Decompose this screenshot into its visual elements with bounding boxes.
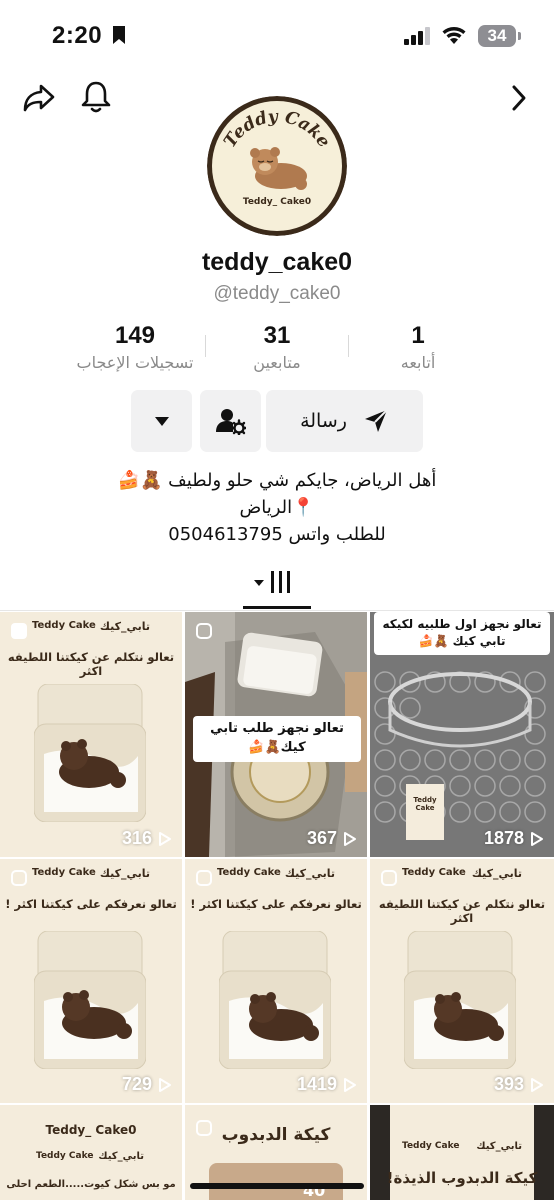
play-icon xyxy=(159,1077,171,1092)
user-gear-icon xyxy=(215,409,246,435)
play-icon xyxy=(159,831,171,846)
cake-sign: Teddy Cake xyxy=(413,796,437,812)
card-brand-ar: تابي_كيك xyxy=(284,867,335,880)
following-count: 1 xyxy=(411,322,425,349)
followers-count: 31 xyxy=(263,322,291,349)
card-brand: Teddy_ Cake0 xyxy=(45,1123,137,1137)
video-tile[interactable]: تعالو نجهز طلب تابي كيك🧸🍰 367 xyxy=(185,612,367,857)
video-tile[interactable]: Teddy Cake تابي_كيك تعالو نعرفكم على كيك… xyxy=(0,859,182,1103)
bio-location: 📍الرياض xyxy=(239,497,315,518)
bio-contact: للطلب واتس 0504613795 xyxy=(168,524,386,545)
card-brand: Teddy Cake xyxy=(402,1141,460,1151)
share-icon[interactable] xyxy=(22,82,56,114)
view-count: 367 xyxy=(307,828,357,849)
video-tile[interactable]: Teddy Cake تابي_كيك كيكة الدبدوب الذيذة! xyxy=(370,1105,554,1200)
tab-divider xyxy=(0,610,554,611)
card-brand-ar: تابي_كيك xyxy=(99,620,150,633)
home-indicator[interactable] xyxy=(190,1183,364,1189)
card-brand-ar: تابي_كيك xyxy=(471,867,522,880)
play-icon xyxy=(344,1077,356,1092)
video-indicator-icon xyxy=(11,870,27,886)
bio-line: أهل الرياض، جايكم شي حلو ولطيف 🧸🍰 xyxy=(117,470,437,491)
stat-followers[interactable]: 31 متابعين xyxy=(202,322,352,372)
card-title: تعالو نتكلم عن كيكتنا اللطيفه اكثر xyxy=(378,897,546,925)
play-icon xyxy=(531,1077,543,1092)
avatar[interactable]: Teddy Cake Teddy_ Cake0 xyxy=(207,96,347,236)
play-icon xyxy=(531,831,543,846)
cake-box-image xyxy=(404,931,516,1069)
send-icon xyxy=(364,409,388,432)
view-count: 1419 xyxy=(297,1074,357,1095)
card-title: تعالو نعرفكم على كيكتنا اكثر ! xyxy=(190,897,362,911)
caret-down-icon xyxy=(154,416,169,426)
bell-icon[interactable] xyxy=(80,80,112,114)
cake-box-image xyxy=(219,931,331,1069)
signal-icon xyxy=(404,27,430,45)
video-tile[interactable]: Teddy Cake تابي_كيك تعالو نتكلم عن كيكتن… xyxy=(370,859,554,1103)
friend-settings-button[interactable] xyxy=(200,390,261,452)
card-brand-ar: تابي_كيك xyxy=(99,867,150,880)
likes-label: تسجيلات الإعجاب xyxy=(76,353,194,372)
card-brand: Teddy Cake xyxy=(32,867,96,878)
stat-following[interactable]: 1 أتابعه xyxy=(343,322,493,372)
cake-box-image xyxy=(34,931,146,1069)
video-indicator-icon xyxy=(381,870,397,886)
cake-box-image xyxy=(34,684,146,822)
video-indicator-icon xyxy=(196,623,212,639)
video-tile[interactable]: Teddy Cake تعالو نجهز اول طلبيه لكيكه تا… xyxy=(370,612,554,857)
video-caption: تعالو نجهز طلب تابي كيك🧸🍰 xyxy=(193,716,361,762)
status-bar: 2:20 34 xyxy=(0,0,554,72)
bookmark-icon xyxy=(113,26,125,44)
view-count: 316 xyxy=(122,828,172,849)
card-title: كيكة الدبدوب xyxy=(221,1125,331,1145)
video-tile[interactable]: Teddy Cake تابي_كيك تعالو نتكلم عن كيكتن… xyxy=(0,612,182,857)
message-button[interactable]: رسالة xyxy=(266,390,423,452)
card-title: مو بس شكل كيوت.....الطعم احلى xyxy=(6,1179,176,1190)
status-time: 2:20 xyxy=(52,22,103,49)
logo-subtext: Teddy_ Cake0 xyxy=(243,197,311,207)
likes-count: 149 xyxy=(114,322,156,349)
card-brand: Teddy Cake xyxy=(402,867,466,878)
stat-likes[interactable]: 149 تسجيلات الإعجاب xyxy=(60,322,210,372)
card-brand: Teddy Cake xyxy=(32,620,96,631)
handle: @teddy_cake0 xyxy=(213,283,341,304)
card-brand-ar: تابي_كيك xyxy=(476,1141,522,1152)
view-count: 1878 xyxy=(484,828,544,849)
following-label: أتابعه xyxy=(400,353,436,372)
video-caption: تعالو نجهز اول طلبيه لكيكه تابي كيك 🧸🍰 xyxy=(374,612,550,655)
play-icon xyxy=(344,831,356,846)
card-sub-brand: Teddy Cake xyxy=(36,1151,94,1161)
card-title: تعالو نتكلم عن كيكتنا اللطيفه اكثر xyxy=(7,650,175,678)
video-indicator-icon xyxy=(196,870,212,886)
message-label: رسالة xyxy=(300,410,347,432)
view-count: 393 xyxy=(494,1074,544,1095)
videos-tab-icon[interactable] xyxy=(254,568,300,596)
card-title: تعالو نعرفكم على كيكتنا اكثر ! xyxy=(5,897,177,911)
card-brand-ar: تابي_كيك xyxy=(98,1151,144,1162)
video-tile[interactable]: Teddy_ Cake0 Teddy Cake تابي_كيك مو بس ش… xyxy=(0,1105,182,1200)
chevron-right-icon[interactable] xyxy=(510,84,528,112)
username: teddy_cake0 xyxy=(201,248,353,276)
card-brand: Teddy Cake xyxy=(217,867,281,878)
battery-nub xyxy=(518,32,521,40)
video-tile[interactable]: Teddy Cake تابي_كيك تعالو نعرفكم على كيك… xyxy=(185,859,367,1103)
card-title: كيكة الدبدوب الذيذة! xyxy=(386,1169,538,1187)
wifi-icon xyxy=(442,27,466,44)
battery-indicator: 34 xyxy=(478,25,516,47)
followers-label: متابعين xyxy=(253,353,301,372)
tab-underline xyxy=(243,606,311,609)
more-dropdown-button[interactable] xyxy=(131,390,192,452)
view-count: 729 xyxy=(122,1074,172,1095)
pinned-icon xyxy=(11,623,27,639)
